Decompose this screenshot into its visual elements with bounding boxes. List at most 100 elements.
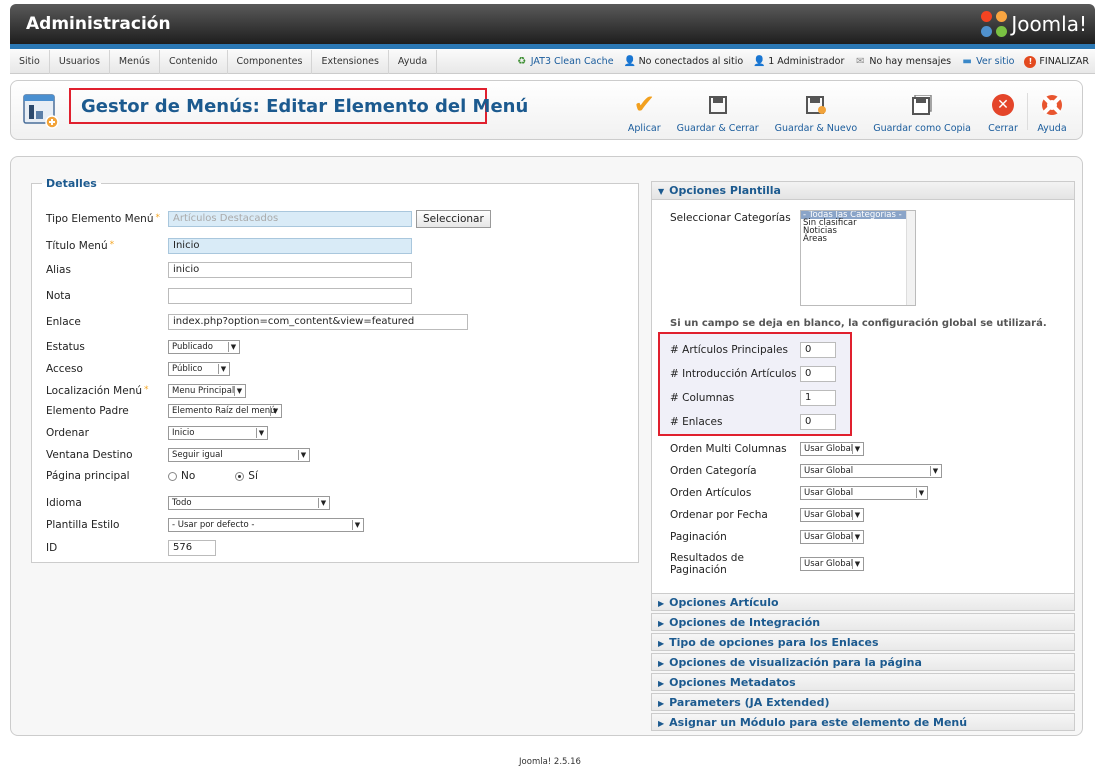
row-parent: Elemento Padre Elemento Raíz del menú ▼	[46, 404, 282, 418]
id-field: 576	[168, 540, 216, 556]
menu-ayuda[interactable]: Ayuda	[389, 49, 438, 74]
date-order-select[interactable]: Usar Global ▼	[800, 508, 864, 522]
menu-item-type-field: Artículos Destacados	[168, 211, 412, 227]
status-select[interactable]: Publicado ▼	[168, 340, 240, 354]
save-new-icon	[800, 89, 832, 121]
footer-version: Joomla! 2.5.16	[519, 757, 581, 767]
row-category-order: Orden Categoría Usar Global ▼	[670, 464, 942, 478]
close-button[interactable]: ✕ Cerrar	[979, 89, 1027, 134]
panel-article-options[interactable]: ▶ Opciones Artículo	[651, 593, 1075, 611]
chevron-down-icon: ▼	[298, 450, 308, 460]
joomla-logo[interactable]: Joomla!	[981, 10, 1087, 38]
note-input[interactable]	[168, 288, 412, 304]
row-access: Acceso Público ▼	[46, 362, 230, 376]
home-yes-radio[interactable]: Sí	[235, 470, 258, 482]
required-star-icon: *	[144, 385, 149, 395]
required-star-icon: *	[155, 213, 161, 223]
panel-link-type-options[interactable]: ▶ Tipo de opciones para los Enlaces	[651, 633, 1075, 651]
language-select[interactable]: Todo ▼	[168, 496, 330, 510]
pagination-select[interactable]: Usar Global ▼	[800, 530, 864, 544]
toolbar-box: Gestor de Menús: Editar Elemento del Men…	[10, 80, 1083, 140]
category-order-select[interactable]: Usar Global ▼	[800, 464, 942, 478]
article-order-select[interactable]: Usar Global ▼	[800, 486, 928, 500]
menu-usuarios[interactable]: Usuarios	[50, 49, 110, 74]
row-leading: # Artículos Principales 0	[670, 342, 836, 358]
global-config-hint: Si un campo se deja en blanco, la config…	[670, 318, 1047, 329]
ordering-select[interactable]: Inicio ▼	[168, 426, 268, 440]
required-star-icon: *	[109, 240, 115, 250]
chevron-down-icon: ▼	[852, 510, 862, 520]
admin-header: Administración Joomla!	[10, 4, 1095, 44]
row-multi-column-order: Orden Multi Columnas Usar Global ▼	[670, 442, 864, 456]
save-close-button[interactable]: Guardar & Cerrar	[669, 89, 767, 134]
row-date-order: Ordenar por Fecha Usar Global ▼	[670, 508, 864, 522]
apply-button[interactable]: ✔ Aplicar	[620, 89, 669, 134]
triangle-right-icon: ▶	[658, 659, 665, 668]
clean-cache-link[interactable]: ♻ JAT3 Clean Cache	[516, 56, 613, 68]
links-input[interactable]: 0	[800, 414, 836, 430]
close-icon: ✕	[987, 89, 1019, 121]
menu-sitio[interactable]: Sitio	[10, 49, 50, 74]
menu-extensiones[interactable]: Extensiones	[312, 49, 389, 74]
menu-location-select[interactable]: Menu Principal ▼	[168, 384, 246, 398]
save-new-button[interactable]: Guardar & Nuevo	[767, 89, 866, 134]
panel-module-assignment[interactable]: ▶ Asignar un Módulo para este elemento de…	[651, 713, 1075, 731]
row-id: ID 576	[46, 540, 216, 556]
chevron-down-icon: ▼	[852, 532, 862, 542]
menu-componentes[interactable]: Componentes	[228, 49, 313, 74]
check-icon: ✔	[633, 90, 656, 120]
access-select[interactable]: Público ▼	[168, 362, 230, 376]
radio-unchecked-icon	[168, 471, 177, 481]
row-pagination: Paginación Usar Global ▼	[670, 530, 864, 544]
row-intro: # Introducción Artículos 0	[670, 366, 836, 382]
template-style-select[interactable]: - Usar por defecto - ▼	[168, 518, 364, 532]
row-menu-location: Localización Menú * Menu Principal ▼	[46, 384, 246, 398]
target-window-select[interactable]: Seguir igual ▼	[168, 448, 310, 462]
action-toolbar: ✔ Aplicar Guardar & Cerrar Guardar & Nue…	[620, 89, 1076, 134]
admin-title: Administración	[26, 14, 171, 34]
select-type-button[interactable]: Seleccionar	[416, 210, 491, 228]
categories-listbox[interactable]: - Todas las Categorías - Sin clasificar …	[800, 210, 916, 306]
row-pagination-results: Resultados de Paginación Usar Global ▼	[670, 552, 864, 576]
menu-menus[interactable]: Menús	[110, 49, 160, 74]
messages-status[interactable]: ✉ No hay mensajes	[854, 56, 951, 68]
admin-icon: 👤	[753, 55, 766, 67]
help-button[interactable]: Ayuda	[1028, 89, 1076, 134]
page-title-frame: Gestor de Menús: Editar Elemento del Men…	[69, 88, 528, 124]
link-input[interactable]: index.php?option=com_content&view=featur…	[168, 314, 468, 330]
multi-column-order-select[interactable]: Usar Global ▼	[800, 442, 864, 456]
monitor-icon: ▬	[962, 55, 972, 67]
columns-input[interactable]: 1	[800, 390, 836, 406]
status-bar: ♻ JAT3 Clean Cache 👤 No conectados al si…	[516, 55, 1095, 68]
chevron-down-icon: ▼	[930, 466, 940, 476]
logout-link[interactable]: ! FINALIZAR	[1024, 55, 1089, 68]
joomla-logo-icon	[981, 11, 1008, 37]
panel-page-display-options[interactable]: ▶ Opciones de visualización para la págin…	[651, 653, 1075, 671]
save-copy-icon	[906, 89, 938, 121]
chevron-down-icon: ▼	[218, 364, 228, 374]
listbox-scrollbar[interactable]	[906, 211, 915, 305]
list-item[interactable]: Áreas	[801, 235, 915, 244]
row-type: Tipo Elemento Menú * Artículos Destacados…	[46, 210, 491, 228]
chevron-down-icon: ▼	[228, 342, 238, 352]
row-categories: Seleccionar Categorías	[670, 212, 791, 224]
row-link: Enlace index.php?option=com_content&view…	[46, 314, 468, 330]
leading-articles-input[interactable]: 0	[800, 342, 836, 358]
save-copy-button[interactable]: Guardar como Copia	[865, 89, 979, 134]
view-site-link[interactable]: ▬ Ver sitio	[961, 56, 1014, 68]
content-area: Detalles Tipo Elemento Menú * Artículos D…	[10, 156, 1083, 736]
panel-integration-options[interactable]: ▶ Opciones de Integración	[651, 613, 1075, 631]
header-accent-strip	[10, 44, 1095, 49]
panel-ja-extended-parameters[interactable]: ▶ Parameters (JA Extended)	[651, 693, 1075, 711]
menu-contenido[interactable]: Contenido	[160, 49, 228, 74]
pagination-results-select[interactable]: Usar Global ▼	[800, 557, 864, 571]
panel-metadata-options[interactable]: ▶ Opciones Metadatos	[651, 673, 1075, 691]
intro-articles-input[interactable]: 0	[800, 366, 836, 382]
parent-item-select[interactable]: Elemento Raíz del menú ▼	[168, 404, 282, 418]
row-status: Estatus Publicado ▼	[46, 340, 240, 354]
home-no-radio[interactable]: No	[168, 470, 195, 482]
menu-title-input[interactable]: Inicio	[168, 238, 412, 254]
alias-input[interactable]: inicio	[168, 262, 412, 278]
chevron-down-icon: ▼	[852, 444, 862, 454]
template-options-header[interactable]: ▼ Opciones Plantilla	[652, 182, 1074, 200]
